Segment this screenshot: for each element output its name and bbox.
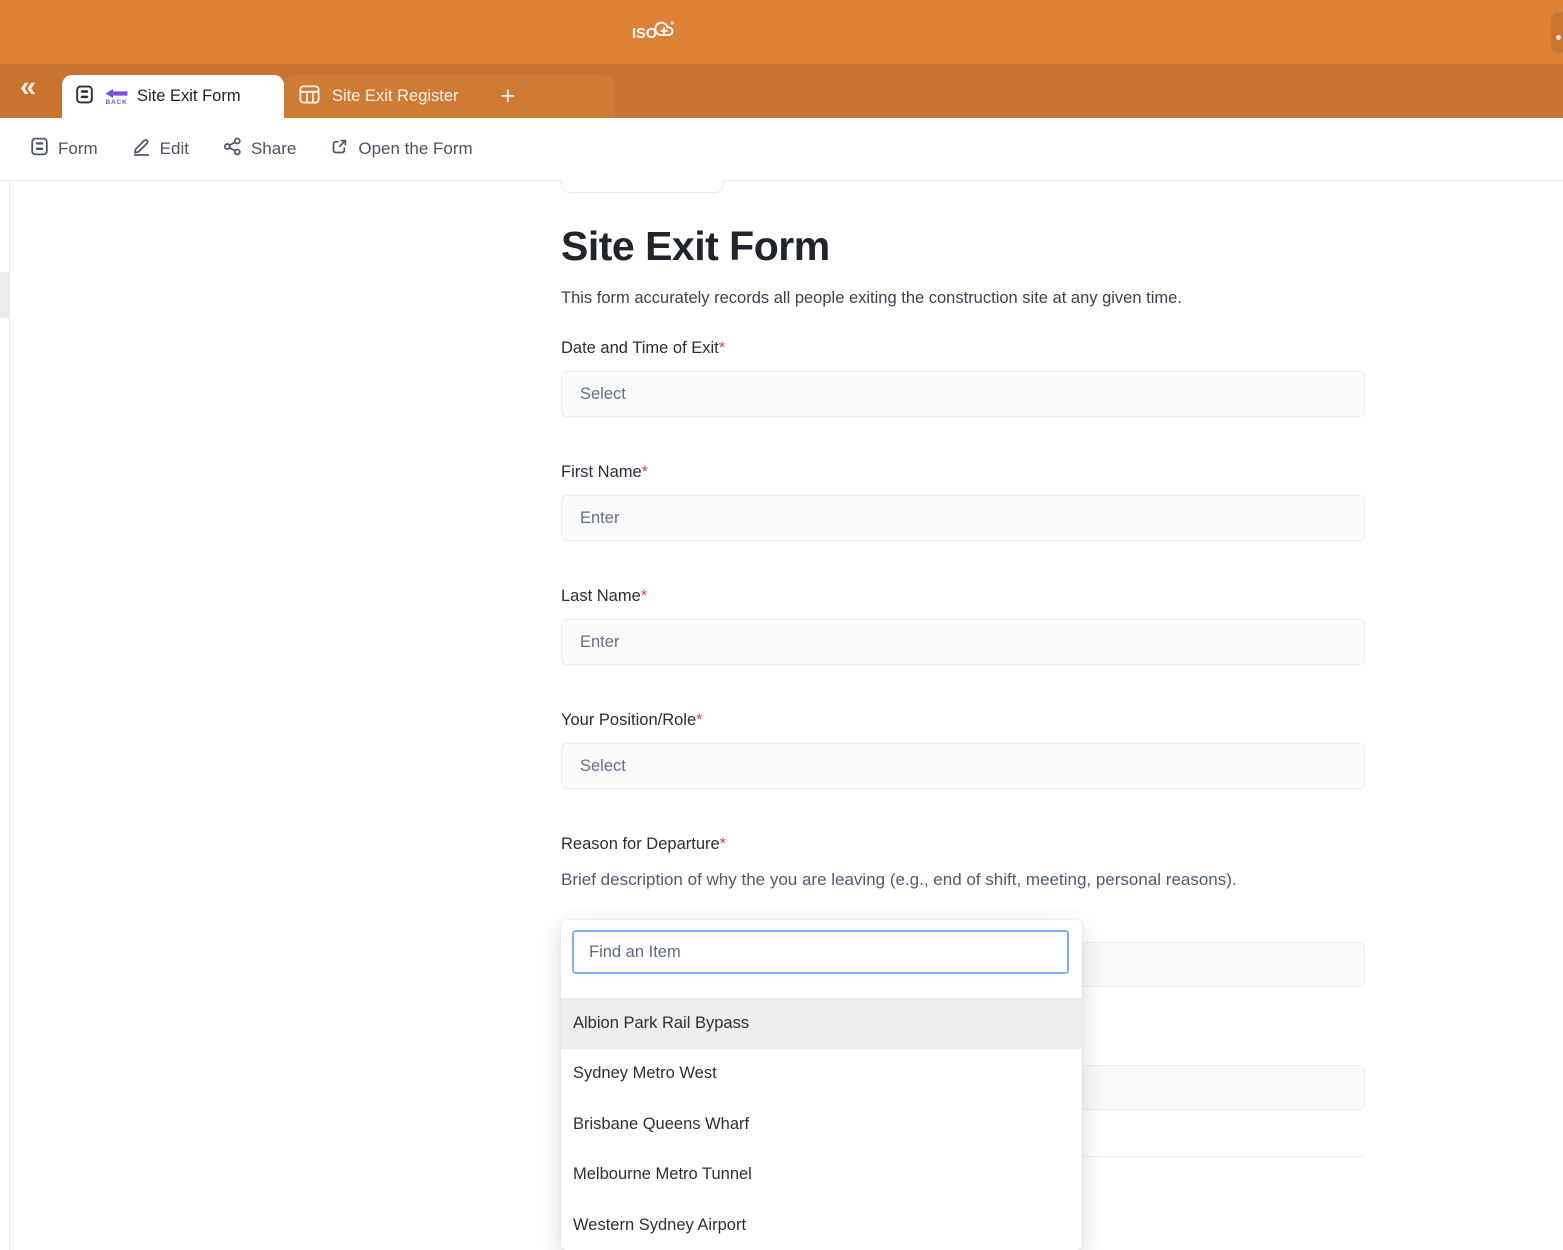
edit-button-label: Edit [160, 139, 189, 159]
header-corner-button[interactable] [1551, 12, 1563, 53]
form-icon [30, 137, 49, 161]
open-form-button-label: Open the Form [358, 139, 472, 159]
dropdown-item-melbourne-metro-tunnel[interactable]: Melbourne Metro Tunnel [561, 1150, 1082, 1201]
form-view-button[interactable]: Form [30, 137, 98, 161]
back-icon-label: BACK [106, 99, 128, 106]
corner-button-dot [1556, 35, 1561, 40]
date-time-of-exit-input[interactable] [561, 371, 1365, 417]
required-asterisk: * [642, 463, 648, 481]
share-icon [223, 137, 242, 161]
dropdown-list: Albion Park Rail Bypass Sydney Metro Wes… [561, 998, 1082, 1250]
required-asterisk: * [696, 711, 702, 729]
tab-site-exit-register[interactable]: Site Exit Register + [284, 75, 615, 118]
page-title: Site Exit Form [561, 223, 830, 270]
dropdown-search-input[interactable] [572, 930, 1069, 974]
item-picker-dropdown: Albion Park Rail Bypass Sydney Metro Wes… [561, 920, 1082, 1250]
share-button[interactable]: Share [223, 137, 296, 161]
external-link-icon [330, 137, 349, 161]
field-label-first-name: First Name* [561, 463, 648, 482]
cloud-plus-icon [655, 22, 673, 35]
form-subtitle: This form accurately records all people … [561, 289, 1182, 308]
active-tab-label: Site Exit Form [137, 87, 241, 106]
back-icon[interactable]: BACK [105, 88, 128, 106]
edit-button[interactable]: Edit [132, 137, 189, 161]
required-asterisk: * [719, 339, 725, 357]
field-label-position-role: Your Position/Role* [561, 711, 703, 730]
reason-for-departure-description: Brief description of why the you are lea… [561, 865, 1309, 894]
last-name-input[interactable] [561, 619, 1365, 665]
dropdown-item-sydney-metro-west[interactable]: Sydney Metro West [561, 1049, 1082, 1100]
panel-resize-handle[interactable] [0, 272, 10, 318]
form-canvas: Site Exit Form This form accurately reco… [0, 181, 1563, 1250]
edit-icon [132, 137, 151, 161]
add-tab-button[interactable]: + [501, 84, 516, 109]
first-name-input[interactable] [561, 495, 1365, 541]
field-label-reason-for-departure: Reason for Departure* [561, 835, 726, 854]
table-icon [299, 85, 320, 109]
field-label-date-time-of-exit: Date and Time of Exit* [561, 339, 725, 358]
collapse-sidebar-button[interactable]: « [20, 67, 33, 107]
logo-text-glyph: ISO [632, 26, 657, 42]
register-tab-label: Site Exit Register [332, 87, 459, 106]
clipped-element-peek [561, 180, 724, 193]
form-doc-icon [75, 85, 94, 109]
dropdown-item-albion-park-rail-bypass[interactable]: Albion Park Rail Bypass [561, 998, 1082, 1049]
dropdown-item-brisbane-queens-wharf[interactable]: Brisbane Queens Wharf [561, 1099, 1082, 1150]
field-label-last-name: Last Name* [561, 587, 647, 606]
left-rail [0, 181, 10, 1250]
form-button-label: Form [58, 139, 98, 159]
form-toolbar: Form Edit Share [0, 118, 1563, 181]
iso-cloud-logo: ISO [632, 18, 680, 46]
required-asterisk: * [641, 587, 647, 605]
share-button-label: Share [251, 139, 296, 159]
required-asterisk: * [720, 835, 726, 853]
dropdown-item-western-sydney-airport[interactable]: Western Sydney Airport [561, 1200, 1082, 1250]
tab-site-exit-form[interactable]: BACK Site Exit Form [62, 75, 284, 118]
tab-bar: « BACK Site Exit Form Site Exit Register… [0, 64, 1563, 118]
open-form-button[interactable]: Open the Form [330, 137, 472, 161]
position-role-input[interactable] [561, 743, 1365, 789]
app-header: ISO [0, 0, 1563, 64]
